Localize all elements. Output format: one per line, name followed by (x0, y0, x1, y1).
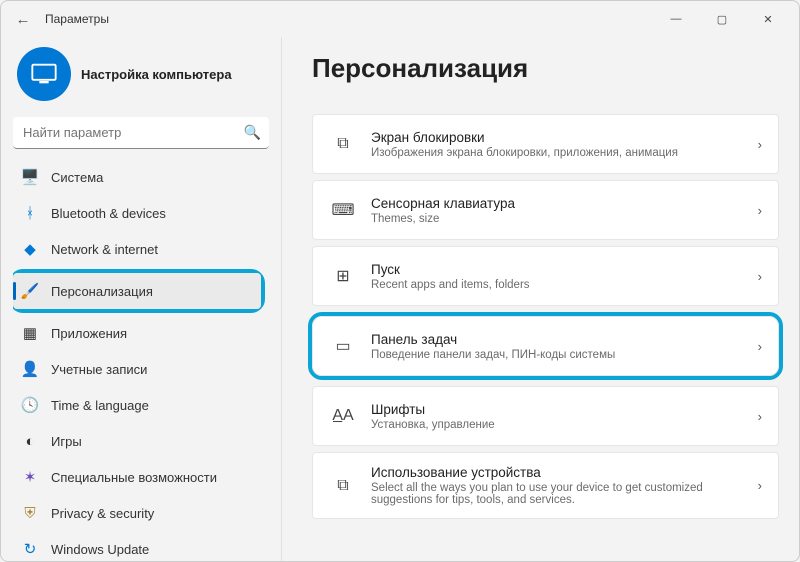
sidebar-item-5[interactable]: 👤 Учетные записи (13, 351, 261, 387)
content-area: Персонализация ⧉ Экран блокировки Изображе… (281, 37, 799, 561)
close-button[interactable]: ✕ (745, 13, 791, 26)
card-description: Поведение панели задач, ПИН-коды системы (371, 349, 758, 361)
chevron-right-icon: › (758, 137, 762, 152)
settings-card-3[interactable]: ▭ Панель задач Поведение панели задач, ПИН… (312, 316, 779, 376)
start-icon: ⊞ (329, 266, 357, 286)
chevron-right-icon: › (758, 409, 762, 424)
sidebar-item-0[interactable]: 🖥️ Система (13, 159, 261, 195)
card-description: Recent apps and items, folders (371, 279, 758, 291)
monitor-icon (30, 62, 58, 86)
lock-screen-icon: ⧉ (329, 135, 357, 153)
sidebar-item-10[interactable]: ↻ Windows Update (13, 531, 261, 557)
sidebar-item-label: Игры (51, 434, 82, 449)
sidebar-item-label: Bluetooth & devices (51, 206, 166, 221)
page-title: Персонализация (312, 53, 779, 84)
sidebar-item-8[interactable]: ✶ Специальные возможности (13, 459, 261, 495)
back-button[interactable]: ← (9, 11, 37, 28)
brush-icon: 🖌️ (21, 282, 39, 300)
card-title: Экран блокировки (371, 130, 758, 145)
sidebar-item-4[interactable]: ▦ Приложения (13, 315, 261, 351)
sidebar-item-9[interactable]: ⛨ Privacy & security (13, 495, 261, 531)
settings-card-1[interactable]: ⌨ Сенсорная клавиатура Themes, size› (312, 180, 779, 240)
profile-block[interactable]: Настройка компьютера (13, 47, 269, 101)
clock-icon: 🕓 (21, 396, 39, 414)
card-description: Изображения экрана блокировки, приложени… (371, 147, 758, 159)
avatar (17, 47, 71, 101)
minimize-button[interactable]: — (653, 13, 699, 25)
sidebar-item-label: Приложения (51, 326, 127, 341)
sidebar-item-6[interactable]: 🕓 Time & language (13, 387, 261, 423)
card-title: Сенсорная клавиатура (371, 196, 758, 211)
sidebar-item-label: Система (51, 170, 103, 185)
card-description: Themes, size (371, 213, 758, 225)
sidebar-item-1[interactable]: ᚼ Bluetooth & devices (13, 195, 261, 231)
card-title: Использование устройства (371, 465, 758, 480)
sidebar-item-2[interactable]: ◆ Network & internet (13, 231, 261, 267)
sidebar-item-label: Windows Update (51, 542, 149, 557)
chevron-right-icon: › (758, 203, 762, 218)
profile-name: Настройка компьютера (81, 67, 232, 82)
settings-card-4[interactable]: A̲A Шрифты Установка, управление› (312, 386, 779, 446)
card-title: Шрифты (371, 402, 758, 417)
settings-card-0[interactable]: ⧉ Экран блокировки Изображения экрана блок… (312, 114, 779, 174)
account-icon: 👤 (21, 360, 39, 378)
display-icon: 🖥️ (21, 168, 39, 186)
accessibility-icon: ✶ (21, 468, 39, 486)
sidebar-item-label: Privacy & security (51, 506, 154, 521)
card-title: Панель задач (371, 332, 758, 347)
card-description: Установка, управление (371, 419, 758, 431)
sidebar: Настройка компьютера 🔍 🖥️ Система ᚼ Bluetoo… (1, 37, 281, 561)
card-description: Select all the ways you plan to use your… (371, 482, 758, 506)
search-input[interactable] (13, 117, 269, 149)
taskbar-icon: ▭ (329, 336, 357, 356)
chevron-right-icon: › (758, 269, 762, 284)
wifi-icon: ◆ (21, 240, 39, 258)
nav-list: 🖥️ Система ᚼ Bluetooth & devices ◆ Network & … (13, 159, 269, 557)
window-title: Параметры (45, 12, 109, 26)
sidebar-item-3[interactable]: 🖌️ Персонализация (13, 273, 261, 309)
bluetooth-icon: ᚼ (21, 205, 39, 222)
shield-icon: ⛨ (21, 505, 39, 522)
keyboard-icon: ⌨ (329, 200, 357, 220)
chevron-right-icon: › (758, 478, 762, 493)
device-usage-icon: ⧉ (329, 477, 357, 495)
sidebar-item-label: Специальные возможности (51, 470, 217, 485)
sidebar-item-label: Персонализация (51, 284, 153, 299)
search-icon: 🔍 (244, 124, 261, 141)
gaming-icon: ◐ (21, 433, 39, 450)
update-icon: ↻ (21, 540, 39, 557)
sidebar-item-label: Time & language (51, 398, 149, 413)
settings-card-2[interactable]: ⊞ Пуск Recent apps and items, folders› (312, 246, 779, 306)
settings-card-5[interactable]: ⧉ Использование устройства Select all the … (312, 452, 779, 519)
titlebar: ← Параметры — ▢ ✕ (1, 1, 799, 37)
chevron-right-icon: › (758, 339, 762, 354)
sidebar-item-label: Network & internet (51, 242, 158, 257)
fonts-icon: A̲A (329, 407, 357, 425)
sidebar-item-label: Учетные записи (51, 362, 147, 377)
sidebar-item-7[interactable]: ◐ Игры (13, 423, 261, 459)
maximize-button[interactable]: ▢ (699, 13, 745, 26)
apps-icon: ▦ (21, 324, 39, 342)
card-title: Пуск (371, 262, 758, 277)
search-box[interactable]: 🔍 (13, 117, 269, 149)
